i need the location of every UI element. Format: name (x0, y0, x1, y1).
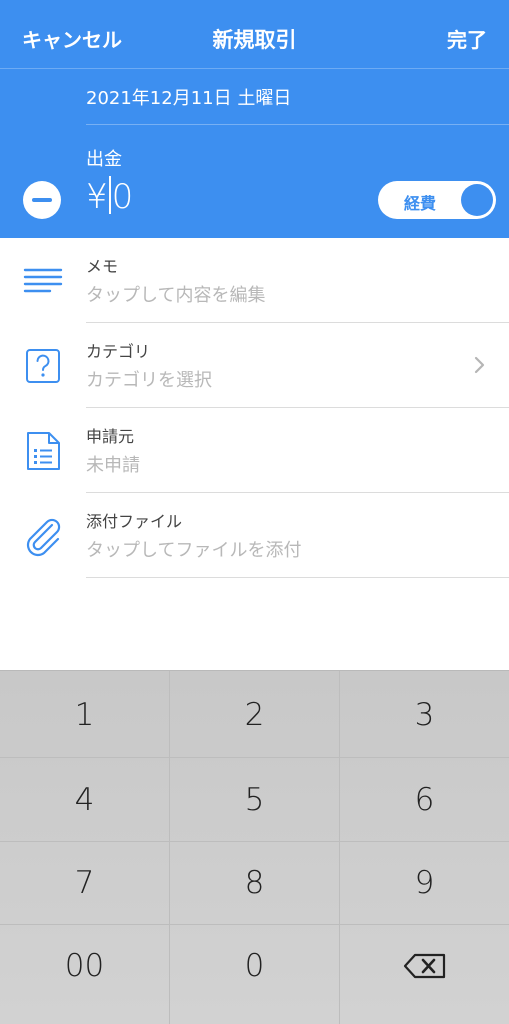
question-box-icon (26, 349, 60, 383)
nav-bar: キャンセル 新規取引 完了 (0, 0, 509, 69)
minus-circle-icon[interactable] (23, 181, 61, 219)
key-5[interactable]: 5 (170, 758, 339, 842)
key-7[interactable]: 7 (0, 841, 169, 925)
backspace-icon (403, 953, 445, 979)
key-8[interactable]: 8 (170, 841, 339, 925)
field-list: メモ タップして内容を編集 カテゴリ カテゴリを選択 申請元 未申請 添付ファイ… (0, 238, 509, 578)
key-9[interactable]: 9 (340, 841, 509, 925)
category-row[interactable]: カテゴリ カテゴリを選択 (0, 323, 509, 408)
transaction-header: キャンセル 新規取引 完了 2021年12月11日 土曜日 出金 ¥0 経費 (0, 0, 509, 238)
transaction-type-label: 出金 (86, 149, 122, 170)
delete-key[interactable] (340, 924, 509, 1008)
toggle-knob (461, 184, 493, 216)
numeric-keypad: 1 2 3 4 5 6 7 8 9 00 0 (0, 670, 509, 1024)
divider (86, 577, 509, 578)
divider (86, 124, 509, 125)
new-transaction-screen: キャンセル 新規取引 完了 2021年12月11日 土曜日 出金 ¥0 経費 メ… (0, 0, 509, 1024)
applicant-value: 未申請 (86, 455, 140, 476)
date-field[interactable]: 2021年12月11日 土曜日 (86, 84, 291, 110)
category-value: カテゴリを選択 (86, 370, 212, 391)
applicant-title: 申請元 (86, 427, 135, 446)
attachment-title: 添付ファイル (86, 512, 183, 531)
key-4[interactable]: 4 (0, 758, 169, 842)
category-title: カテゴリ (86, 342, 151, 361)
amount-input[interactable]: ¥0 (86, 176, 133, 217)
memo-title: メモ (86, 257, 119, 276)
attachment-value: タップしてファイルを添付 (86, 540, 302, 561)
memo-lines-icon (23, 268, 63, 293)
key-00[interactable]: 00 (0, 924, 169, 1008)
text-cursor (108, 176, 111, 214)
document-list-icon (27, 432, 60, 470)
currency-symbol: ¥ (86, 177, 108, 217)
key-0[interactable]: 0 (170, 924, 339, 1008)
expense-toggle[interactable]: 経費 (378, 181, 496, 219)
key-2[interactable]: 2 (170, 673, 339, 757)
chevron-right-icon (474, 356, 485, 374)
amount-value: 0 (111, 177, 134, 217)
key-3[interactable]: 3 (340, 673, 509, 757)
expense-toggle-label: 経費 (404, 194, 437, 213)
memo-row[interactable]: メモ タップして内容を編集 (0, 238, 509, 323)
applicant-row[interactable]: 申請元 未申請 (0, 408, 509, 493)
key-6[interactable]: 6 (340, 758, 509, 842)
paperclip-icon (26, 518, 61, 557)
done-button[interactable]: 完了 (447, 24, 487, 53)
cancel-button[interactable]: キャンセル (22, 24, 122, 53)
memo-value: タップして内容を編集 (86, 285, 266, 306)
key-1[interactable]: 1 (0, 673, 169, 757)
attachment-row[interactable]: 添付ファイル タップしてファイルを添付 (0, 493, 509, 578)
